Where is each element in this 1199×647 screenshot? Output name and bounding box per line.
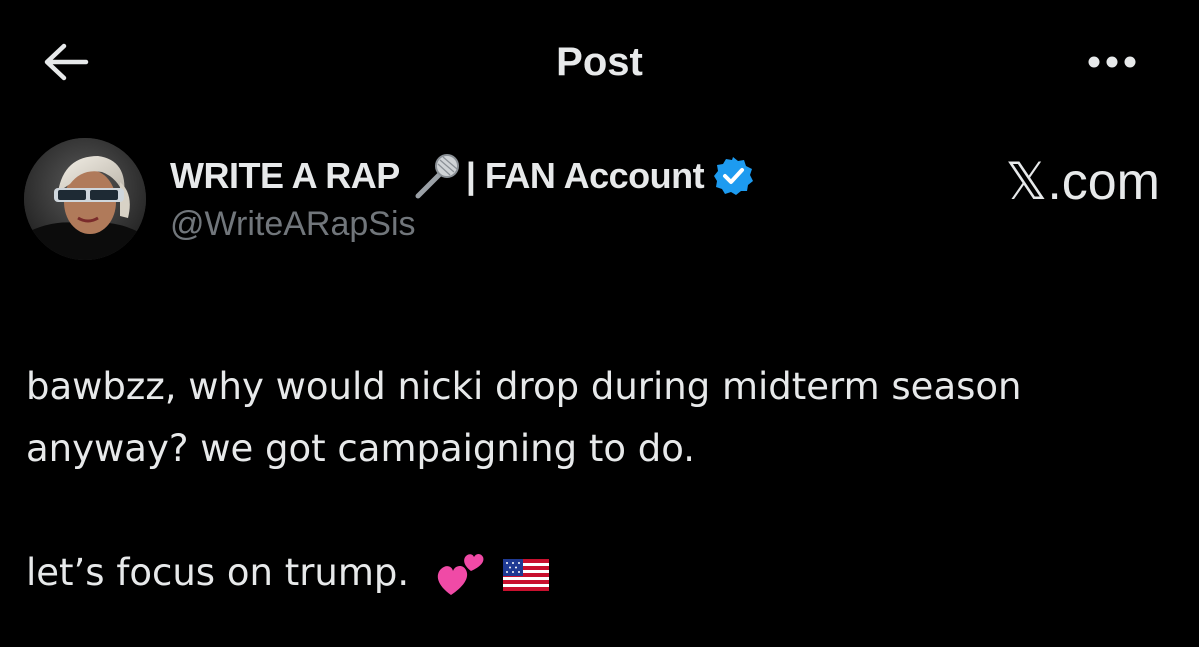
post-line: anyway? we got campaigning to do.: [26, 427, 695, 470]
display-name-suffix: | FAN Account: [465, 155, 705, 196]
display-name-row[interactable]: WRITE A RAP | FAN Account: [170, 150, 930, 202]
post-line: bawbzz, why would nicki drop during midt…: [26, 365, 1022, 408]
avatar[interactable]: [24, 138, 146, 260]
author-info: WRITE A RAP | FAN Account @WriteARapSis: [170, 150, 930, 244]
page-title: Post: [556, 40, 643, 84]
microphone-icon: [415, 154, 459, 199]
us-flag-icon: [502, 558, 549, 591]
two-hearts-icon: [437, 553, 484, 595]
source-brand: 𝕏.com: [1005, 153, 1160, 211]
verified-badge-icon: [714, 157, 754, 195]
display-name: WRITE A RAP: [170, 155, 400, 196]
top-bar: Post: [0, 0, 1199, 120]
more-options-button[interactable]: [1078, 38, 1146, 86]
post-line-last: let’s focus on trump.: [26, 542, 1176, 604]
author-handle[interactable]: @WriteARapSis: [170, 204, 930, 244]
post-text: bawbzz, why would nicki drop during midt…: [26, 356, 1176, 604]
avatar-image: [24, 138, 146, 260]
post-line-text: let’s focus on trump.: [26, 551, 410, 594]
more-horizontal-icon: [1088, 56, 1136, 68]
